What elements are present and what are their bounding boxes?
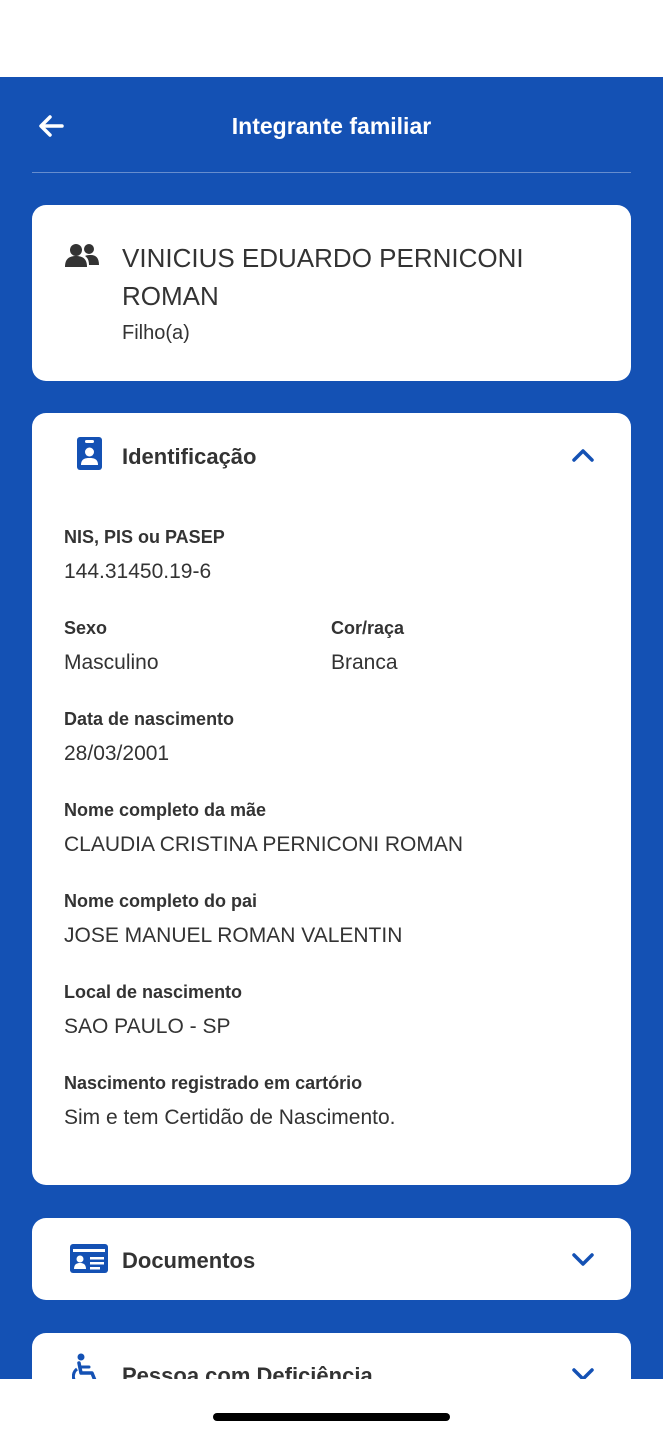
disability-section[interactable]: Pessoa com Deficiência	[32, 1333, 631, 1379]
birth-place-field: Local de nascimento SAO PAULO - SP	[64, 982, 242, 1039]
page-title: Integrante familiar	[231, 113, 432, 139]
mother-name-field: Nome completo da mãe CLAUDIA CRISTINA PE…	[64, 800, 463, 857]
sexo-label: Sexo	[64, 618, 108, 638]
cor-raca-label: Cor/raça	[331, 618, 405, 638]
wheelchair-icon	[72, 1353, 97, 1379]
father-name-label: Nome completo do pai	[64, 891, 258, 911]
identification-section: Identificação NIS, PIS ou PASEP 144.3145…	[32, 413, 631, 1185]
birth-place-label: Local de nascimento	[64, 982, 243, 1002]
person-relationship: Filho(a)	[122, 322, 190, 344]
sexo-field: Sexo Masculino	[64, 618, 159, 675]
nis-label: NIS, PIS ou PASEP	[64, 527, 225, 547]
person-name: VINICIUS EDUARDO PERNICONI ROMAN	[122, 243, 524, 311]
status-bar-area	[0, 0, 663, 77]
mother-name-label: Nome completo da mãe	[64, 800, 267, 820]
documents-title: Documentos	[122, 1248, 256, 1273]
nis-value: 144.31450.19-6	[64, 560, 212, 583]
identification-title: Identificação	[122, 444, 257, 469]
id-badge-icon	[77, 437, 102, 470]
chevron-down-icon[interactable]	[571, 1367, 595, 1379]
main-screen: Integrante familiar VINICIUS EDUARDO PER…	[0, 77, 663, 1379]
users-icon	[65, 244, 99, 267]
chevron-up-icon[interactable]	[571, 447, 595, 463]
registry-label: Nascimento registrado em cartório	[64, 1073, 363, 1093]
registry-field: Nascimento registrado em cartório Sim e …	[64, 1073, 395, 1130]
documents-section[interactable]: Documentos	[32, 1218, 631, 1300]
id-card-icon	[70, 1244, 108, 1273]
registry-value: Sim e tem Certidão de Nascimento.	[64, 1106, 396, 1129]
father-name-field: Nome completo do pai JOSE MANUEL ROMAN V…	[64, 891, 402, 948]
cor-raca-value: Branca	[331, 651, 398, 674]
disability-title: Pessoa com Deficiência	[122, 1363, 373, 1379]
birth-date-label: Data de nascimento	[64, 709, 235, 729]
birth-date-value: 28/03/2001	[64, 742, 170, 765]
nis-field: NIS, PIS ou PASEP 144.31450.19-6	[64, 527, 225, 584]
birth-place-value: SAO PAULO - SP	[64, 1015, 231, 1038]
home-indicator[interactable]	[213, 1413, 450, 1421]
birth-date-field: Data de nascimento 28/03/2001	[64, 709, 234, 766]
chevron-down-icon[interactable]	[571, 1252, 595, 1268]
father-name-value: JOSE MANUEL ROMAN VALENTIN	[64, 924, 403, 947]
mother-name-value: CLAUDIA CRISTINA PERNICONI ROMAN	[64, 833, 464, 856]
home-indicator-area	[0, 1379, 663, 1434]
cor-raca-field: Cor/raça Branca	[331, 618, 404, 675]
sexo-value: Masculino	[64, 651, 159, 674]
app-header: Integrante familiar	[32, 77, 631, 173]
person-card: VINICIUS EDUARDO PERNICONI ROMAN Filho(a…	[32, 205, 631, 381]
